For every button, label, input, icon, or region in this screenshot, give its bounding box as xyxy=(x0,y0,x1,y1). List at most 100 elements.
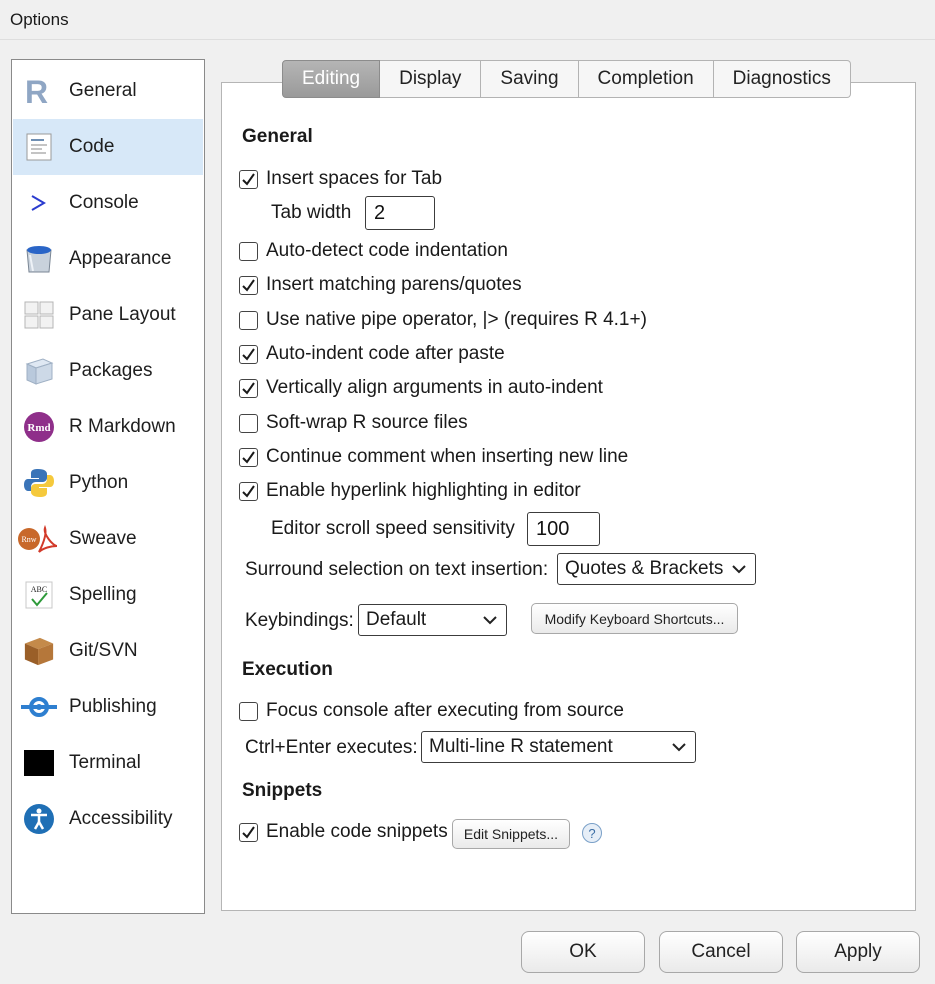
sidebar-item-appearance[interactable]: Appearance xyxy=(13,231,203,287)
checkmark-icon xyxy=(242,172,255,186)
svg-text:R: R xyxy=(25,75,48,107)
paint-bucket-icon xyxy=(23,243,55,275)
continue-comment-label: Continue comment when inserting new line xyxy=(266,446,629,467)
sidebar-item-label: Spelling xyxy=(69,584,137,605)
window-title: Options xyxy=(0,0,935,40)
sidebar-item-label: Appearance xyxy=(69,248,172,269)
help-icon[interactable]: ? xyxy=(582,823,602,843)
tab-editing[interactable]: Editing xyxy=(282,60,381,98)
sidebar-item-publishing[interactable]: Publishing xyxy=(13,679,203,735)
auto-indent-label: Auto-indent code after paste xyxy=(266,343,505,364)
insert-spaces-checkbox[interactable] xyxy=(239,169,258,189)
matching-parens-label: Insert matching parens/quotes xyxy=(266,274,522,295)
edit-snippets-button[interactable]: Edit Snippets... xyxy=(452,819,570,849)
sidebar-item-label: R Markdown xyxy=(69,416,176,437)
sidebar-item-r-markdown[interactable]: Rmd R Markdown xyxy=(13,399,203,455)
chevron-down-icon xyxy=(483,616,497,625)
r-logo-icon: R xyxy=(23,75,55,107)
tab-width-input[interactable] xyxy=(365,196,435,230)
keybindings-select[interactable]: Default xyxy=(358,604,507,636)
ok-button[interactable]: OK xyxy=(521,931,645,973)
sidebar-item-label: Python xyxy=(69,472,129,493)
ctrl-enter-select[interactable]: Multi-line R statement xyxy=(421,731,696,763)
sidebar-item-label: Packages xyxy=(69,360,153,381)
sidebar-item-console[interactable]: Console xyxy=(13,175,203,231)
python-icon xyxy=(23,467,55,499)
checkmark-icon xyxy=(242,450,255,464)
sidebar-item-label: Code xyxy=(69,136,115,157)
checkmark-icon xyxy=(242,347,255,361)
auto-indent-checkbox[interactable] xyxy=(239,344,258,364)
ctrl-enter-label: Ctrl+Enter executes: xyxy=(245,737,418,758)
tab-width-label: Tab width xyxy=(271,202,352,223)
snippets-heading: Snippets xyxy=(242,780,323,801)
code-document-icon xyxy=(23,131,55,163)
sidebar-item-packages[interactable]: Packages xyxy=(13,343,203,399)
sidebar-item-code[interactable]: Code xyxy=(13,119,203,175)
options-tabs: Editing Display Saving Completion Diagno… xyxy=(282,60,851,100)
tab-saving[interactable]: Saving xyxy=(481,60,579,98)
sidebar-item-label: Console xyxy=(69,192,139,213)
tab-diagnostics[interactable]: Diagnostics xyxy=(713,60,851,98)
continue-comment-checkbox[interactable] xyxy=(239,447,258,467)
enable-snippets-checkbox[interactable] xyxy=(239,822,258,842)
checkmark-icon xyxy=(242,381,255,395)
sidebar-item-label: Sweave xyxy=(69,528,137,549)
sidebar-item-sweave[interactable]: Rnw Sweave xyxy=(13,511,203,567)
auto-detect-checkbox[interactable] xyxy=(239,241,258,261)
surround-selection-value: Quotes & Brackets xyxy=(565,558,724,579)
scroll-speed-input[interactable] xyxy=(527,512,600,546)
terminal-icon xyxy=(23,747,55,779)
spelling-icon: ABC xyxy=(23,579,55,611)
soft-wrap-label: Soft-wrap R source files xyxy=(266,412,468,433)
general-heading: General xyxy=(242,126,313,147)
focus-console-label: Focus console after executing from sourc… xyxy=(266,700,625,721)
checkmark-icon xyxy=(242,825,255,839)
apply-button[interactable]: Apply xyxy=(796,931,920,973)
modify-keyboard-shortcuts-button[interactable]: Modify Keyboard Shortcuts... xyxy=(531,603,738,634)
svg-text:Rmd: Rmd xyxy=(27,422,50,434)
vertical-align-checkbox[interactable] xyxy=(239,378,258,398)
sidebar-item-label: Accessibility xyxy=(69,808,173,829)
keybindings-label: Keybindings: xyxy=(245,610,354,631)
enable-snippets-label: Enable code snippets xyxy=(266,821,448,842)
checkmark-icon xyxy=(242,278,255,292)
git-box-icon xyxy=(23,635,55,667)
rmd-icon: Rmd xyxy=(23,411,55,443)
execution-heading: Execution xyxy=(242,659,333,680)
sweave-icon: Rnw xyxy=(17,523,59,555)
surround-selection-label: Surround selection on text insertion: xyxy=(245,559,549,580)
auto-detect-label: Auto-detect code indentation xyxy=(266,240,508,261)
insert-spaces-label: Insert spaces for Tab xyxy=(266,168,443,189)
tab-completion[interactable]: Completion xyxy=(578,60,714,98)
sidebar-item-pane-layout[interactable]: Pane Layout xyxy=(13,287,203,343)
sidebar-item-terminal[interactable]: Terminal xyxy=(13,735,203,791)
focus-console-checkbox[interactable] xyxy=(239,701,258,721)
sidebar-item-spelling[interactable]: ABC Spelling xyxy=(13,567,203,623)
sidebar-item-git-svn[interactable]: Git/SVN xyxy=(13,623,203,679)
checkmark-icon xyxy=(242,484,255,498)
accessibility-icon xyxy=(23,803,55,835)
console-prompt-icon xyxy=(23,187,55,219)
sidebar-item-label: Git/SVN xyxy=(69,640,138,661)
ctrl-enter-value: Multi-line R statement xyxy=(429,736,613,757)
sidebar-item-python[interactable]: Python xyxy=(13,455,203,511)
sidebar-item-accessibility[interactable]: Accessibility xyxy=(13,791,203,847)
hyperlink-label: Enable hyperlink highlighting in editor xyxy=(266,480,581,501)
tab-display[interactable]: Display xyxy=(380,60,482,98)
sidebar-item-label: Terminal xyxy=(69,752,141,773)
native-pipe-label: Use native pipe operator, |> (requires R… xyxy=(266,309,647,330)
sidebar-item-general[interactable]: R General xyxy=(13,63,203,119)
scroll-speed-label: Editor scroll speed sensitivity xyxy=(271,518,515,539)
package-cube-icon xyxy=(23,355,55,387)
native-pipe-checkbox[interactable] xyxy=(239,310,258,330)
keybindings-value: Default xyxy=(366,609,427,630)
soft-wrap-checkbox[interactable] xyxy=(239,413,258,433)
surround-selection-select[interactable]: Quotes & Brackets xyxy=(557,553,756,585)
cancel-button[interactable]: Cancel xyxy=(659,931,783,973)
matching-parens-checkbox[interactable] xyxy=(239,275,258,295)
svg-text:Rnw: Rnw xyxy=(21,535,36,544)
hyperlink-checkbox[interactable] xyxy=(239,481,258,501)
chevron-down-icon xyxy=(672,743,686,752)
options-sidebar: R General Code Console Appearance Pane L… xyxy=(11,59,205,914)
